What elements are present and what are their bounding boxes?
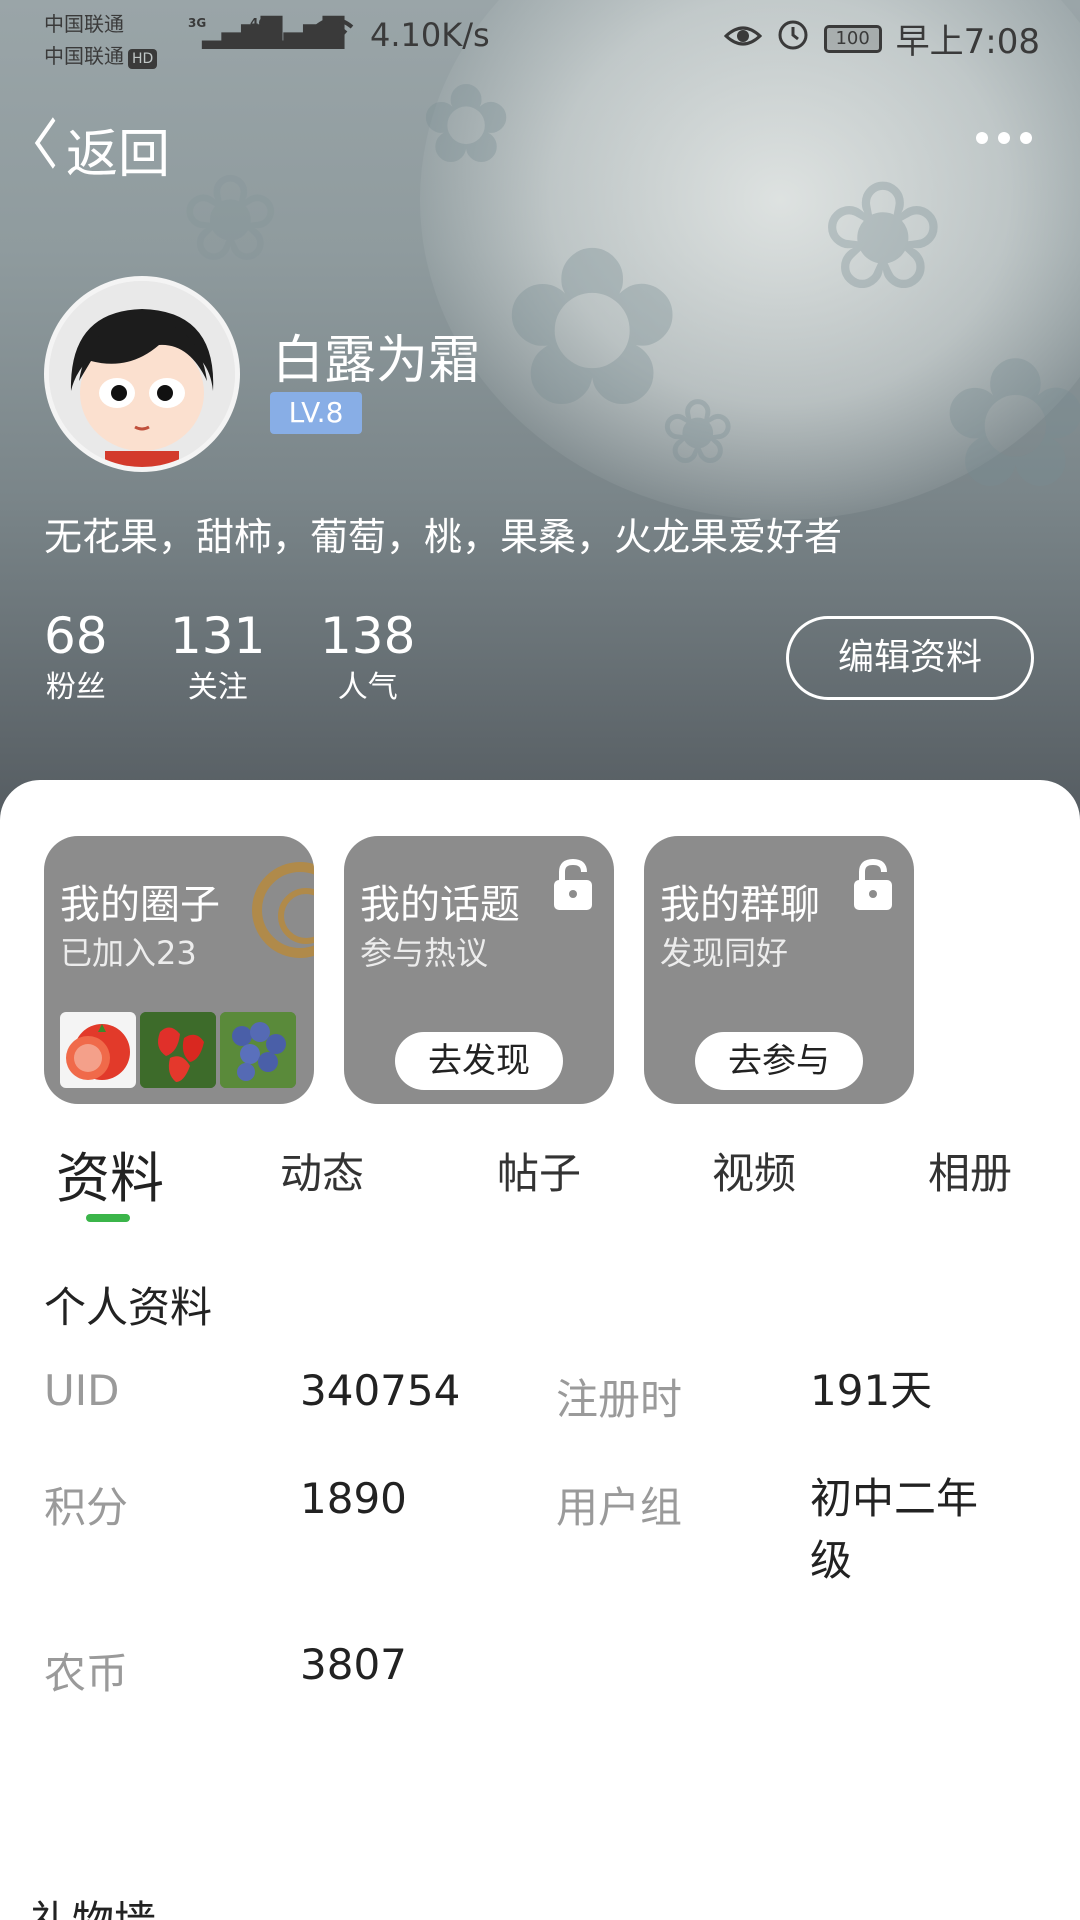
info-value-coins: 3807: [300, 1640, 407, 1689]
edit-profile-button[interactable]: 编辑资料: [786, 616, 1034, 700]
flower-decoration-icon: ❀: [660, 380, 736, 485]
card-subtitle: 已加入23: [60, 934, 197, 972]
card-subtitle: 参与热议: [360, 934, 489, 972]
flower-decoration-icon: ✿: [940, 320, 1080, 529]
lock-icon: [550, 858, 596, 912]
card-title: 我的群聊: [660, 882, 820, 928]
lock-icon: [850, 858, 896, 912]
user-bio: 无花果，甜柿，葡萄，桃，果桑，火龙果爱好者: [44, 515, 843, 559]
tab-posts[interactable]: 帖子: [497, 1140, 581, 1201]
tab-profile[interactable]: 资料: [56, 1134, 164, 1213]
blueberry-thumbnail: [220, 1012, 296, 1088]
my-topics-card[interactable]: 我的话题 参与热议 去发现: [344, 836, 614, 1104]
flower-decoration-icon: ✿: [500, 200, 685, 456]
info-value-points: 1890: [300, 1474, 407, 1523]
info-key-registered: 注册时: [556, 1375, 683, 1424]
user-name: 白露为霜: [272, 331, 481, 391]
more-options-button[interactable]: [976, 132, 1032, 144]
info-key-coins: 农币: [44, 1649, 129, 1698]
stat-number: 138: [320, 607, 416, 665]
stat-number: 131: [170, 607, 266, 665]
dot-icon: [1020, 132, 1032, 144]
stat-popularity[interactable]: 138 人气: [320, 606, 415, 710]
alarm-icon: [776, 17, 810, 60]
network-speed: 4.10K/s: [370, 16, 490, 54]
stat-label: 人气: [337, 670, 398, 705]
battery-icon: 100: [823, 24, 882, 53]
tab-albums[interactable]: 相册: [928, 1140, 1012, 1201]
circle-thumbnails: [60, 1012, 296, 1088]
back-label: 返回: [66, 125, 171, 185]
info-key-uid: UID: [44, 1366, 120, 1415]
carrier-name: 中国联通: [44, 12, 124, 36]
card-title: 我的话题: [360, 882, 520, 928]
tab-activity[interactable]: 动态: [280, 1140, 364, 1201]
active-tab-indicator: [86, 1214, 130, 1222]
carrier-info: 中国联通 中国联通 HD: [44, 8, 158, 72]
info-key-points: 积分: [44, 1483, 129, 1532]
circle-logo-icon: [252, 862, 314, 958]
tomato-thumbnail: [60, 1012, 136, 1088]
discover-button[interactable]: 去发现: [395, 1032, 563, 1090]
carrier-name: 中国联通: [44, 44, 124, 68]
stat-fans[interactable]: 68 粉丝: [44, 606, 108, 710]
level-badge: LV.8: [270, 392, 362, 434]
info-value-user-group: 初中二年级: [810, 1474, 979, 1585]
wifi-icon: [314, 16, 354, 55]
info-value-uid: 340754: [300, 1366, 461, 1415]
back-button[interactable]: 返回: [28, 112, 170, 187]
dot-icon: [976, 132, 988, 144]
stat-number: 68: [44, 607, 108, 665]
flower-decoration-icon: ❀: [820, 150, 946, 324]
dot-icon: [998, 132, 1010, 144]
strawberry-thumbnail: [140, 1012, 216, 1088]
card-title: 我的圈子: [60, 882, 220, 928]
join-button[interactable]: 去参与: [695, 1032, 863, 1090]
info-key-user-group: 用户组: [556, 1483, 683, 1532]
clock-time: 早上7:08: [895, 22, 1040, 62]
chevron-left-icon: [33, 115, 57, 185]
stat-following[interactable]: 131 关注: [170, 606, 265, 710]
stat-label: 关注: [187, 670, 248, 705]
tab-videos[interactable]: 视频: [712, 1140, 796, 1201]
flower-decoration-icon: ❀: [180, 150, 281, 289]
gift-wall-title: 礼物墙: [30, 1888, 156, 1920]
card-subtitle: 发现同好: [660, 934, 789, 972]
my-circles-card[interactable]: 我的圈子 已加入23: [44, 836, 314, 1104]
avatar[interactable]: [44, 276, 240, 472]
my-group-chats-card[interactable]: 我的群聊 发现同好 去参与: [644, 836, 914, 1104]
status-bar: 中国联通 中国联通 HD 3G ▂▄▆█ 4G ▂▄▆█ 4.10K/s 100 …: [0, 0, 1080, 80]
stat-label: 粉丝: [45, 670, 106, 705]
section-title: 个人资料: [44, 1283, 213, 1332]
info-value-registered: 191天: [810, 1366, 933, 1415]
eye-icon: [723, 19, 762, 59]
hd-badge: HD: [128, 49, 158, 69]
